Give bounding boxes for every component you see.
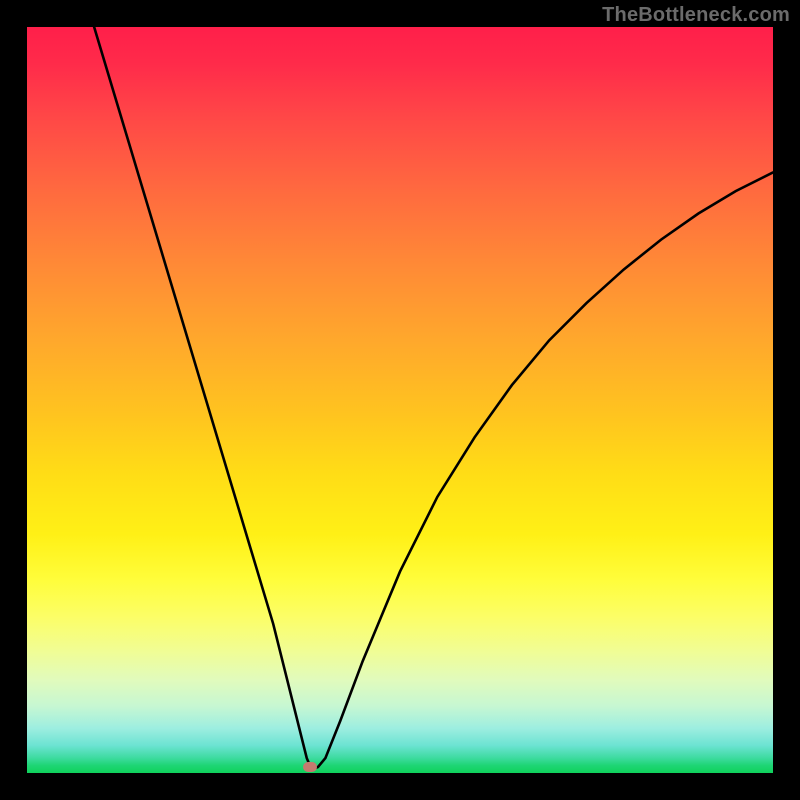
watermark-label: TheBottleneck.com [602, 4, 790, 27]
bottleneck-curve [27, 27, 773, 773]
chart-frame: TheBottleneck.com [0, 0, 800, 800]
plot-area [27, 27, 773, 773]
optimal-marker-icon [303, 762, 317, 772]
